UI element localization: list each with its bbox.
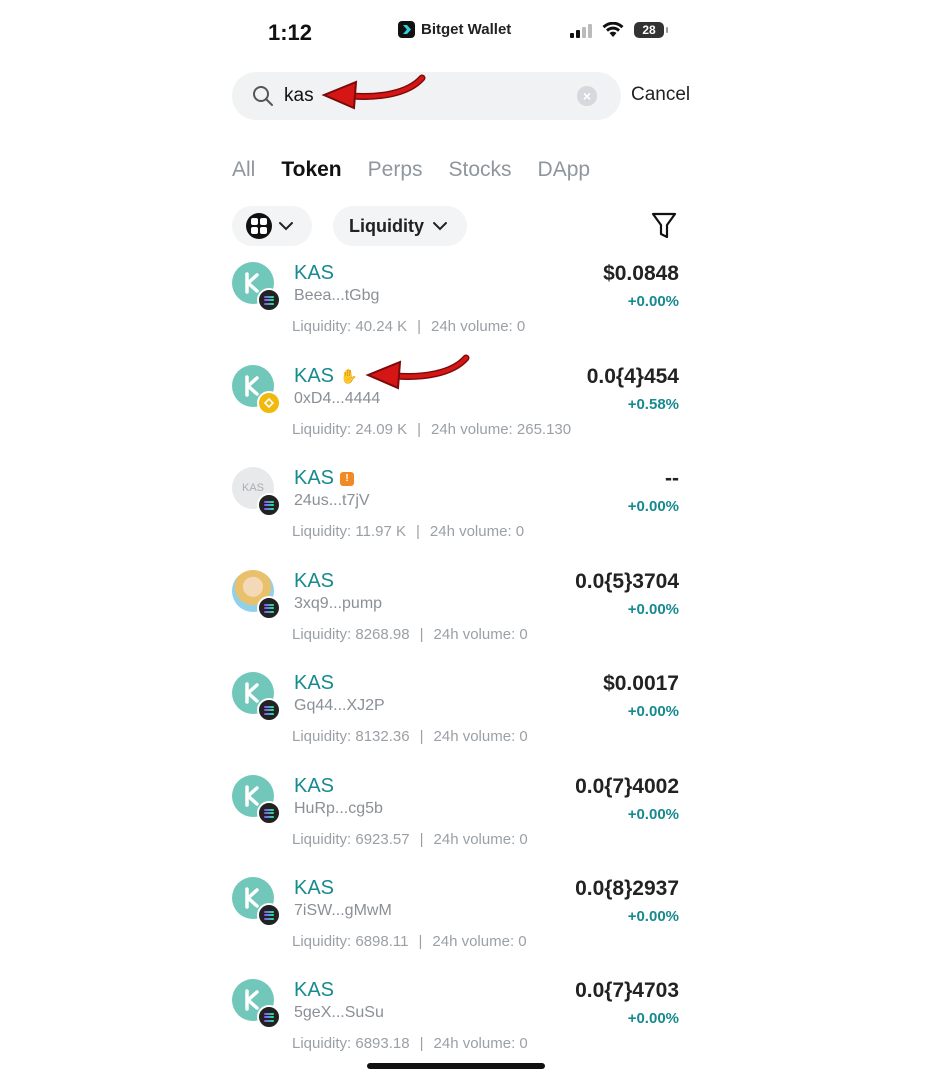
tab-token[interactable]: Token <box>281 158 341 182</box>
token-symbol: KAS <box>294 262 335 284</box>
chevron-down-icon <box>433 222 447 231</box>
status-app-label: Bitget Wallet <box>398 21 511 38</box>
token-row[interactable]: KAS 7iSW...gMwM Liquidity: 6898.11 | 24h v… <box>232 877 682 979</box>
solana-icon <box>257 596 281 620</box>
token-address: HuRp...cg5b <box>294 800 383 817</box>
token-stats: Liquidity: 6898.11 | 24h volume: 0 <box>292 933 527 950</box>
token-symbol: KAS! <box>294 467 355 490</box>
token-row[interactable]: KAS KAS! 24us...t7jV Liquidity: 11.97 K |… <box>232 467 682 569</box>
token-price: 0.0{7}4002 <box>575 775 679 798</box>
token-stats: Liquidity: 8132.36 | 24h volume: 0 <box>292 728 528 745</box>
bitget-logo-icon <box>398 21 415 38</box>
chain-filter-button[interactable] <box>232 206 312 246</box>
token-row[interactable]: KAS 3xq9...pump Liquidity: 8268.98 | 24h v… <box>232 570 682 672</box>
hand-icon: ✋ <box>340 368 358 384</box>
token-row[interactable]: KAS Beea...tGbg Liquidity: 40.24 K | 24h v… <box>232 262 682 364</box>
app-name: Bitget Wallet <box>421 21 512 38</box>
token-address: 5geX...SuSu <box>294 1004 384 1021</box>
token-change: +0.00% <box>627 806 679 823</box>
token-symbol: KAS <box>294 570 335 592</box>
solana-icon <box>257 288 281 312</box>
token-price: 0.0{4}454 <box>586 365 679 388</box>
tab-stocks[interactable]: Stocks <box>449 158 512 182</box>
wifi-icon <box>602 22 624 37</box>
token-address: 7iSW...gMwM <box>294 902 392 919</box>
status-time: 1:12 <box>268 20 313 45</box>
chevron-down-icon <box>279 222 293 231</box>
token-change: +0.00% <box>627 293 679 310</box>
annotation-arrow-icon <box>365 354 470 390</box>
home-indicator <box>367 1063 545 1069</box>
token-stats: Liquidity: 6893.18 | 24h volume: 0 <box>292 1035 528 1052</box>
token-price: -- <box>665 467 679 490</box>
tab-dapp[interactable]: DApp <box>538 158 591 182</box>
token-change: +0.00% <box>627 703 679 720</box>
all-chains-icon <box>246 213 272 239</box>
token-stats: Liquidity: 40.24 K | 24h volume: 0 <box>292 318 526 335</box>
bnb-icon <box>257 391 281 415</box>
token-symbol: KAS <box>294 979 335 1001</box>
filter-icon[interactable] <box>650 211 678 241</box>
token-change: +0.58% <box>627 396 679 413</box>
token-address: Beea...tGbg <box>294 287 380 304</box>
token-price: 0.0{7}4703 <box>575 979 679 1002</box>
token-price: 0.0{5}3704 <box>575 570 679 593</box>
status-icons: 28 <box>570 22 668 38</box>
token-change: +0.00% <box>627 498 679 515</box>
clear-search-icon[interactable]: × <box>577 86 597 106</box>
token-symbol: KAS <box>294 775 335 797</box>
token-symbol: KAS <box>294 877 335 899</box>
token-change: +0.00% <box>627 908 679 925</box>
category-tabs: All Token Perps Stocks DApp <box>232 158 590 182</box>
token-price: $0.0017 <box>603 672 679 695</box>
token-symbol: KAS ✋ <box>294 365 358 387</box>
solana-icon <box>257 801 281 825</box>
warning-shield-icon: ! <box>340 471 355 486</box>
tab-perps[interactable]: Perps <box>368 158 423 182</box>
token-address: 24us...t7jV <box>294 492 370 509</box>
annotation-arrow-icon <box>321 74 426 110</box>
solana-icon <box>257 698 281 722</box>
token-change: +0.00% <box>627 601 679 618</box>
token-stats: Liquidity: 6923.57 | 24h volume: 0 <box>292 831 528 848</box>
cellular-signal-icon <box>570 22 592 38</box>
token-stats: Liquidity: 24.09 K | 24h volume: 265.130 <box>292 421 572 438</box>
token-stats: Liquidity: 8268.98 | 24h volume: 0 <box>292 626 528 643</box>
tab-all[interactable]: All <box>232 158 255 182</box>
search-icon <box>253 86 273 106</box>
token-address: 3xq9...pump <box>294 595 383 612</box>
sort-label: Liquidity <box>349 215 424 236</box>
sort-liquidity-button[interactable]: Liquidity <box>333 206 467 246</box>
token-change: +0.00% <box>627 1010 679 1027</box>
solana-icon <box>257 493 281 517</box>
token-price: $0.0848 <box>603 262 679 285</box>
token-symbol: KAS <box>294 672 335 694</box>
token-stats: Liquidity: 11.97 K | 24h volume: 0 <box>292 523 525 540</box>
battery-icon: 28 <box>634 22 668 38</box>
token-price: 0.0{8}2937 <box>575 877 679 900</box>
token-row[interactable]: KAS Gq44...XJ2P Liquidity: 8132.36 | 24h v… <box>232 672 682 774</box>
token-row[interactable]: KAS HuRp...cg5b Liquidity: 6923.57 | 24h v… <box>232 775 682 877</box>
token-address: Gq44...XJ2P <box>294 697 385 714</box>
solana-icon <box>257 1005 281 1029</box>
cancel-button[interactable]: Cancel <box>631 84 690 106</box>
solana-icon <box>257 903 281 927</box>
